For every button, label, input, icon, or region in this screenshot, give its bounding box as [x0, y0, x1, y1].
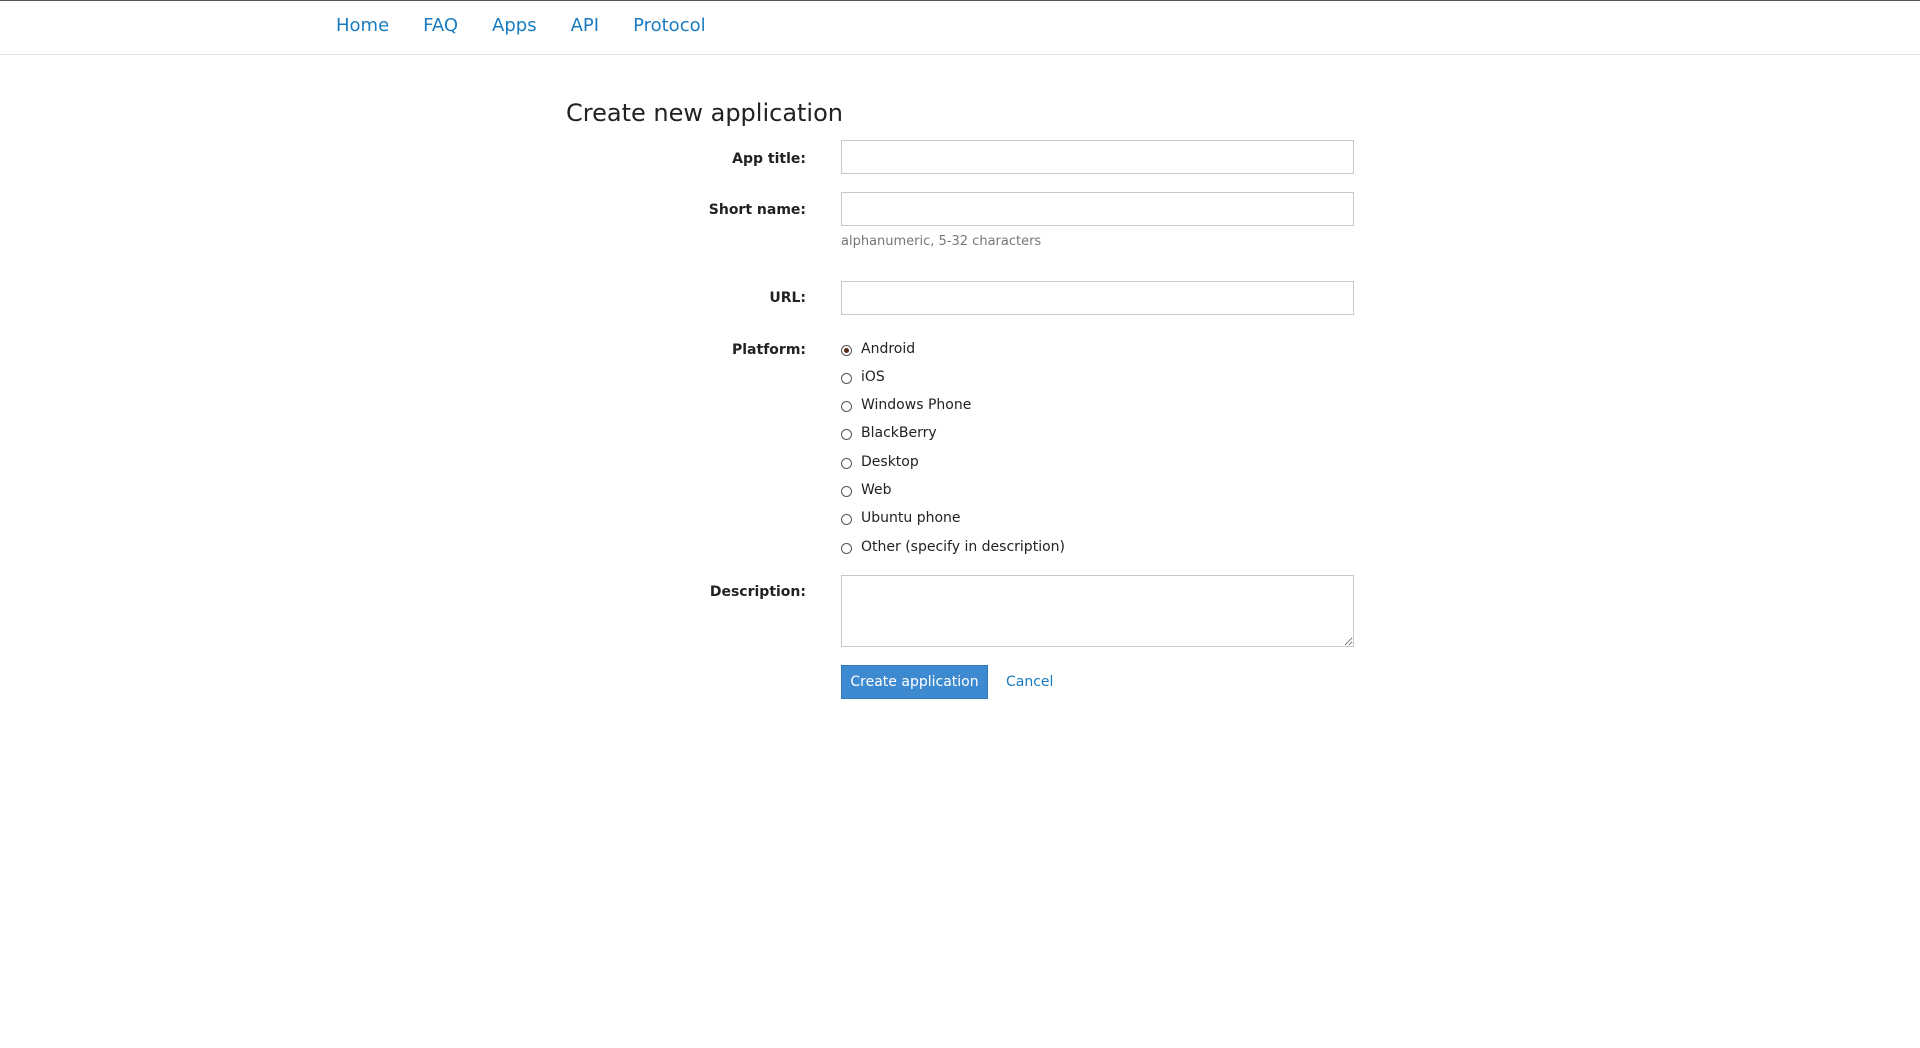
platform-option-ios[interactable]: iOS: [841, 367, 885, 387]
platform-option-desktop[interactable]: Desktop: [841, 452, 919, 472]
radio-label: Windows Phone: [861, 397, 972, 413]
radio-label: BlackBerry: [861, 425, 937, 441]
top-navbar: Home FAQ Apps API Protocol: [0, 1, 1920, 55]
cancel-link[interactable]: Cancel: [1006, 673, 1053, 691]
platform-option-blackberry[interactable]: BlackBerry: [841, 423, 937, 443]
platform-option-android[interactable]: Android: [841, 339, 915, 359]
platform-option-windows-phone[interactable]: Windows Phone: [841, 395, 971, 415]
platform-option-web[interactable]: Web: [841, 480, 892, 500]
description-label: Description:: [709, 584, 806, 600]
radio-label: Android: [861, 341, 916, 357]
app-title-label: App title:: [732, 151, 806, 167]
short-name-input[interactable]: [841, 192, 1354, 226]
radio-label: Ubuntu phone: [861, 510, 961, 526]
radio-button[interactable]: [841, 401, 852, 412]
radio-button[interactable]: [841, 373, 852, 384]
nav-links: Home FAQ Apps API Protocol: [336, 15, 706, 37]
create-application-button[interactable]: Create application: [841, 665, 988, 699]
platform-option-ubuntu-phone[interactable]: Ubuntu phone: [841, 508, 961, 528]
nav-apps-link[interactable]: Apps: [492, 15, 537, 37]
radio-button[interactable]: [841, 458, 852, 469]
platform-label: Platform:: [732, 342, 806, 358]
radio-button[interactable]: [841, 543, 852, 554]
radio-button[interactable]: [841, 345, 852, 356]
description-textarea[interactable]: [841, 575, 1354, 647]
radio-label: Web: [861, 482, 892, 498]
url-label: URL:: [769, 290, 806, 306]
page-title: Create new application: [566, 99, 843, 127]
nav-protocol-link[interactable]: Protocol: [633, 15, 706, 37]
platform-option-other[interactable]: Other (specify in description): [841, 537, 1065, 557]
radio-label: iOS: [861, 369, 885, 385]
app-title-input[interactable]: [841, 140, 1354, 174]
radio-button[interactable]: [841, 514, 852, 525]
url-input[interactable]: [841, 281, 1354, 315]
nav-home-link[interactable]: Home: [336, 15, 389, 37]
radio-label: Desktop: [861, 454, 919, 470]
radio-button[interactable]: [841, 486, 852, 497]
radio-label: Other (specify in description): [861, 539, 1065, 555]
nav-api-link[interactable]: API: [571, 15, 599, 37]
short-name-label: Short name:: [708, 202, 806, 218]
radio-button[interactable]: [841, 429, 852, 440]
nav-faq-link[interactable]: FAQ: [423, 15, 458, 37]
short-name-hint: alphanumeric, 5-32 characters: [841, 234, 1042, 249]
